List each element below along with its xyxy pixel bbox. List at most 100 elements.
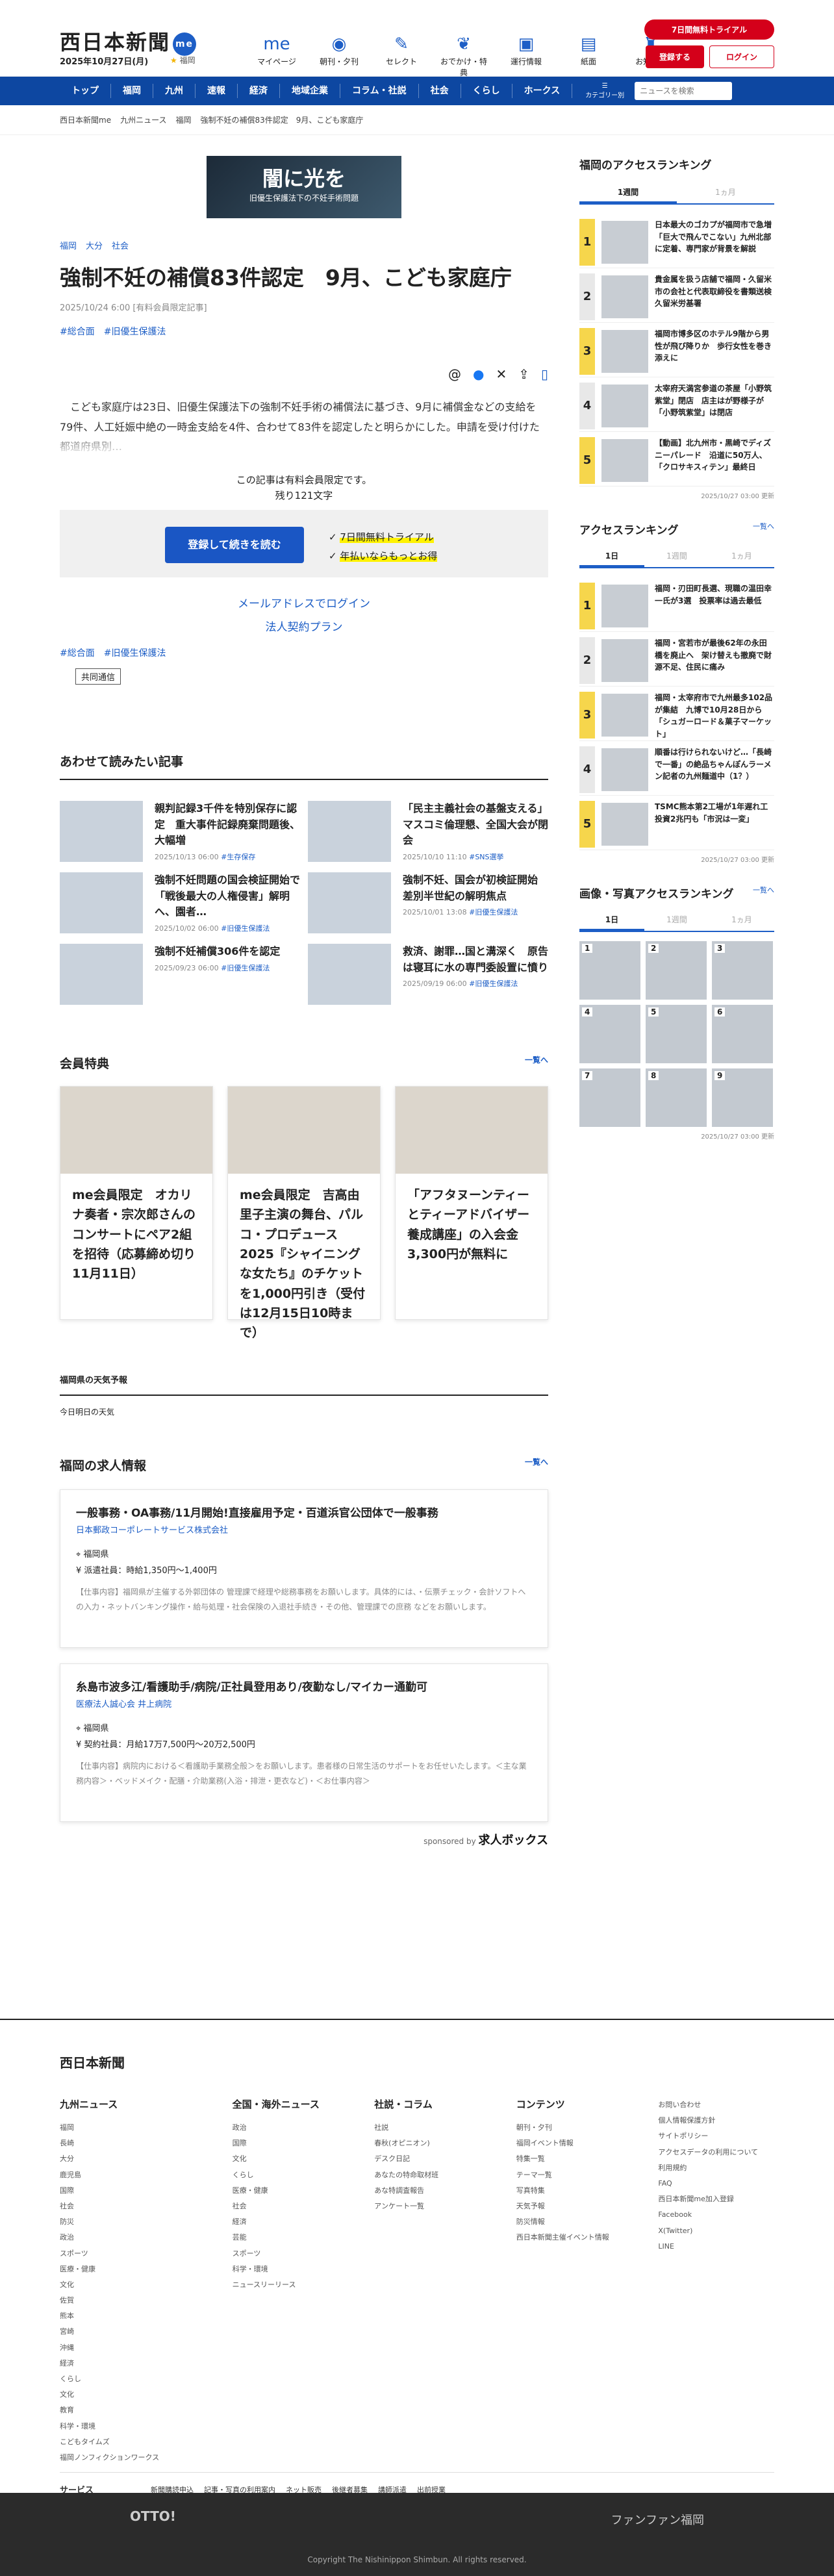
footer-link[interactable]: 西日本新聞主催イベント情報: [516, 2230, 633, 2245]
footer-link[interactable]: FAQ: [658, 2176, 774, 2191]
related-tag[interactable]: #旧優生保護法: [221, 924, 270, 933]
register-button[interactable]: 登録する: [646, 45, 704, 68]
footer-link[interactable]: 長崎: [60, 2136, 207, 2151]
tab-1[interactable]: 1週間: [644, 546, 709, 567]
nav-item-6[interactable]: コラム・社説: [340, 84, 419, 98]
footer-link[interactable]: 佐賀: [60, 2293, 207, 2308]
weather-sub[interactable]: 今日明日の天気: [60, 1406, 548, 1417]
footer-link[interactable]: 政治: [60, 2230, 207, 2245]
footer-link[interactable]: 写真特集: [516, 2183, 633, 2199]
footer-link[interactable]: 利用規約: [658, 2160, 774, 2176]
htags-0[interactable]: #総合面: [60, 327, 95, 337]
related-title[interactable]: 「民主主義社会の基盤支える」 マスコミ倫理懇、全国大会が閉会: [403, 801, 548, 849]
ranking-item[interactable]: 3 福岡市博多区のホテル9階から男性が飛び降りか 歩行女性を巻き添えに: [579, 323, 774, 377]
footer-link[interactable]: アンケート一覧: [374, 2199, 490, 2214]
nav-item-2[interactable]: 九州: [153, 84, 196, 98]
footer-link[interactable]: 科学・環境: [233, 2262, 349, 2277]
related-title[interactable]: 強制不妊補償306件を認定: [155, 944, 280, 960]
nav-item-3[interactable]: 速報: [196, 84, 238, 98]
related-title[interactable]: 強制不妊、国会が初検証開始 差別半世紀の解明焦点: [403, 872, 548, 905]
footer-link[interactable]: 社説: [374, 2120, 490, 2136]
footer-link[interactable]: 防災: [60, 2214, 207, 2230]
tab-0[interactable]: 1日: [579, 910, 644, 931]
trial-button[interactable]: 7日間無料トライアル: [644, 19, 774, 40]
related-title[interactable]: 親判記録3千件を特別保存に認定 重大事件記録廃棄問題後、大幅増: [155, 801, 300, 849]
share-icon[interactable]: ⇪: [518, 366, 529, 382]
header-icon-0[interactable]: me マイページ: [253, 32, 300, 78]
footer-link[interactable]: Facebook: [658, 2207, 774, 2223]
site-logo[interactable]: 西日本新聞 me: [60, 26, 197, 56]
tab-1[interactable]: 1週間: [644, 910, 709, 931]
register-continue-button[interactable]: 登録して続きを読む: [165, 527, 304, 564]
footer-link[interactable]: 社会: [233, 2199, 349, 2214]
footer-link[interactable]: デスク日記: [374, 2151, 490, 2167]
footer-link[interactable]: 芸能: [233, 2230, 349, 2245]
header-icon-5[interactable]: ▤ 紙面: [565, 32, 612, 78]
breadcrumb-item-0[interactable]: 西日本新聞me: [60, 116, 111, 125]
tab-1[interactable]: 1ヵ月: [677, 183, 774, 203]
related-tag[interactable]: #旧優生保護法: [221, 964, 270, 972]
related-tag[interactable]: #SNS選挙: [469, 853, 503, 861]
footer-link[interactable]: サイトポリシー: [658, 2128, 774, 2144]
login-button[interactable]: ログイン: [709, 45, 774, 68]
footer-link[interactable]: ニュースリーリース: [233, 2277, 349, 2293]
footer-link[interactable]: 福岡ノンフィクションワークス: [60, 2450, 207, 2466]
footer-link[interactable]: あなたの特命取材班: [374, 2167, 490, 2183]
related-item[interactable]: 親判記録3千件を特別保存に認定 重大事件記録廃棄問題後、大幅増 2025/10/1…: [60, 800, 300, 872]
photo-item[interactable]: 7: [579, 1068, 640, 1127]
footer-logo[interactable]: 西日本新聞: [60, 2052, 774, 2071]
photo-item[interactable]: 9: [712, 1068, 773, 1127]
photo-item[interactable]: 3: [712, 941, 773, 1000]
footer-link[interactable]: くらし: [60, 2371, 207, 2387]
benefit-card[interactable]: me会員限定 オカリナ奏者・宗次郎さんのコンサートにペア2組を招待（応募締め切り…: [60, 1085, 213, 1320]
jobs-more-link[interactable]: 一覧へ: [525, 1456, 548, 1474]
footer-link[interactable]: 文化: [60, 2277, 207, 2293]
related-title[interactable]: 救済、謝罪…国と溝深く 原告は寝耳に水の専門委設置に憤り: [403, 944, 548, 976]
footer-link[interactable]: 経済: [60, 2356, 207, 2371]
footer-link[interactable]: アクセスデータの利用について: [658, 2145, 774, 2160]
footer-link[interactable]: 特集一覧: [516, 2151, 633, 2167]
related-tag[interactable]: #旧優生保護法: [469, 979, 518, 988]
header-icon-2[interactable]: ✎ セレクト: [378, 32, 425, 78]
footer-link[interactable]: 西日本新聞me加入登録: [658, 2191, 774, 2207]
footer-link[interactable]: 教育: [60, 2403, 207, 2418]
footer-link[interactable]: くらし: [233, 2167, 349, 2183]
footer-link[interactable]: 福岡イベント情報: [516, 2136, 633, 2151]
tags-0[interactable]: 福岡: [60, 242, 77, 251]
tab-2[interactable]: 1ヵ月: [709, 546, 774, 567]
ranking-item[interactable]: 1 福岡・刃田町長選、現職の温田幸一氏が3選 投票率は過去最低: [579, 577, 774, 632]
footer-link[interactable]: 国際: [233, 2136, 349, 2151]
ranking-item[interactable]: 3 福岡・太宰府市で九州最多102品が集結 九博で10月28日から「シュガーロード…: [579, 687, 774, 741]
nav-item-1[interactable]: 福岡: [111, 84, 153, 98]
breadcrumb-item-3[interactable]: 強制不妊の補償83件認定 9月、こども家庭庁: [201, 116, 364, 125]
photo-item[interactable]: 4: [579, 1005, 640, 1063]
related-tag[interactable]: #生存保存: [221, 853, 255, 861]
footer-link[interactable]: 春秋(オピニオン): [374, 2136, 490, 2151]
nav-item-9[interactable]: ホークス: [512, 84, 573, 98]
otto-logo[interactable]: OTTO!: [130, 2508, 176, 2524]
nav-item-8[interactable]: くらし: [461, 84, 512, 98]
footer-link[interactable]: 大分: [60, 2151, 207, 2167]
footer-link[interactable]: 宮崎: [60, 2324, 207, 2340]
footer-link[interactable]: 国際: [60, 2183, 207, 2199]
footer-link[interactable]: 文化: [233, 2151, 349, 2167]
benefits-more-link[interactable]: 一覧へ: [525, 1054, 548, 1072]
photo-item[interactable]: 6: [712, 1005, 773, 1063]
footer-link[interactable]: 政治: [233, 2120, 349, 2136]
threads-icon[interactable]: @: [448, 366, 461, 382]
nav-item-7[interactable]: 社会: [419, 84, 461, 98]
footer-link[interactable]: 社会: [60, 2199, 207, 2214]
photo-item[interactable]: 5: [646, 1005, 707, 1063]
footer-link[interactable]: X(Twitter): [658, 2223, 774, 2239]
category-menu[interactable]: ☰ カテゴリー別: [585, 82, 624, 99]
tab-0[interactable]: 1週間: [579, 183, 677, 203]
footer-link[interactable]: 経済: [233, 2214, 349, 2230]
breadcrumb-item-2[interactable]: 福岡: [175, 116, 191, 125]
footer-link[interactable]: 沖縄: [60, 2340, 207, 2356]
photo-item[interactable]: 1: [579, 941, 640, 1000]
tab-0[interactable]: 1日: [579, 546, 644, 567]
footer-link[interactable]: 朝刊・夕刊: [516, 2120, 633, 2136]
header-icon-4[interactable]: ▣ 運行情報: [503, 32, 550, 78]
mail-login-link[interactable]: メールアドレスでログイン: [60, 593, 548, 616]
facebook-icon[interactable]: ●: [473, 366, 484, 382]
